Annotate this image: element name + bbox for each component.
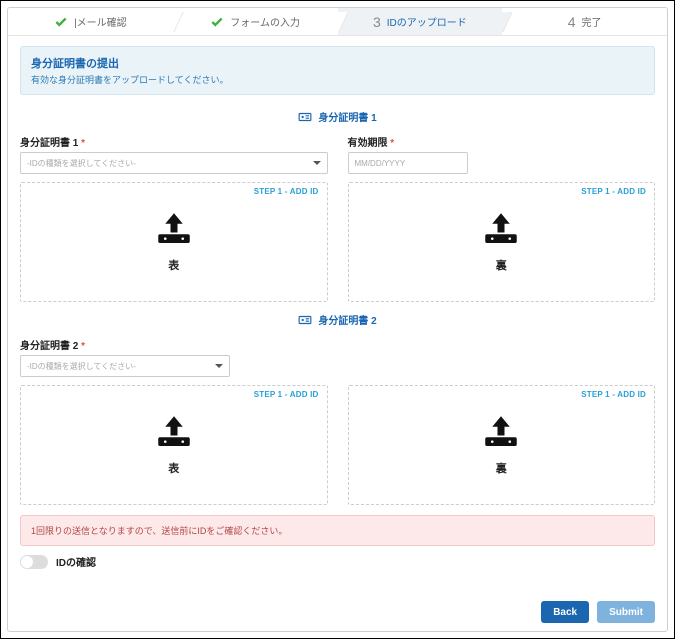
upload-caption-back: 裏 (496, 460, 507, 476)
submit-button[interactable]: Submit (597, 601, 655, 623)
step-number: 4 (568, 14, 576, 30)
expiry-date-input[interactable]: MM/DD/YYYY (348, 152, 468, 174)
upload-caption-front: 表 (168, 257, 179, 273)
check-icon (54, 15, 68, 29)
id-type-select-2[interactable]: -IDの種類を選択してください- (20, 355, 230, 377)
section-1-header: 身分証明書 1 (20, 109, 655, 124)
upload-caption-back: 裏 (496, 257, 507, 273)
step-number: 3 (373, 14, 381, 30)
step-label: 完了 (582, 14, 602, 29)
step-id-upload: 3 IDのアップロード (338, 8, 503, 35)
select-placeholder: -IDの種類を選択してください- (27, 361, 136, 372)
stepper: |メール確認 フォームの入力 3 IDのアップロード 4 (8, 8, 667, 36)
id-type-select-1[interactable]: -IDの種類を選択してください- (20, 152, 328, 174)
chevron-down-icon (313, 161, 321, 165)
footer: Back Submit (8, 595, 667, 631)
notice-title: 身分証明書の提出 (31, 55, 644, 71)
upload-step-label: STEP 1 - ADD ID (581, 187, 646, 196)
upload-caption-front: 表 (168, 460, 179, 476)
notice-subtitle: 有効な身分証明書をアップロードしてください。 (31, 73, 644, 86)
step-label: |メール確認 (74, 14, 127, 29)
upload-icon (153, 211, 195, 247)
field-label-expiry: 有効期限 * (348, 134, 656, 149)
upload-back-1[interactable]: STEP 1 - ADD ID 裏 (348, 182, 656, 302)
section-2-header: 身分証明書 2 (20, 312, 655, 327)
chevron-down-icon (215, 364, 223, 368)
id-card-icon (298, 110, 312, 124)
upload-icon (153, 414, 195, 450)
upload-back-2[interactable]: STEP 1 - ADD ID 裏 (348, 385, 656, 505)
confirm-toggle[interactable] (20, 555, 48, 569)
upload-step-label: STEP 1 - ADD ID (254, 187, 319, 196)
step-complete: 4 完了 (502, 8, 667, 35)
step-email: |メール確認 (8, 8, 173, 35)
upload-front-1[interactable]: STEP 1 - ADD ID 表 (20, 182, 328, 302)
warning-box: 1回限りの送信となりますので、送信前にIDをご確認ください。 (20, 515, 655, 546)
confirm-row: IDの確認 (20, 554, 655, 569)
input-placeholder: MM/DD/YYYY (355, 159, 406, 168)
upload-step-label: STEP 1 - ADD ID (581, 390, 646, 399)
back-button[interactable]: Back (541, 601, 589, 623)
upload-step-label: STEP 1 - ADD ID (254, 390, 319, 399)
section-title: 身分証明書 1 (318, 109, 376, 124)
step-label: フォームの入力 (230, 14, 300, 29)
step-label: IDのアップロード (387, 14, 467, 29)
notice-box: 身分証明書の提出 有効な身分証明書をアップロードしてください。 (20, 46, 655, 95)
confirm-label: IDの確認 (56, 554, 96, 569)
upload-front-2[interactable]: STEP 1 - ADD ID 表 (20, 385, 328, 505)
field-label-id1: 身分証明書 1 * (20, 134, 328, 149)
field-label-id2: 身分証明書 2 * (20, 337, 230, 352)
select-placeholder: -IDの種類を選択してください- (27, 158, 136, 169)
upload-icon (480, 211, 522, 247)
upload-icon (480, 414, 522, 450)
id-card-icon (298, 313, 312, 327)
section-title: 身分証明書 2 (318, 312, 376, 327)
step-form: フォームの入力 (173, 8, 338, 35)
check-icon (210, 15, 224, 29)
